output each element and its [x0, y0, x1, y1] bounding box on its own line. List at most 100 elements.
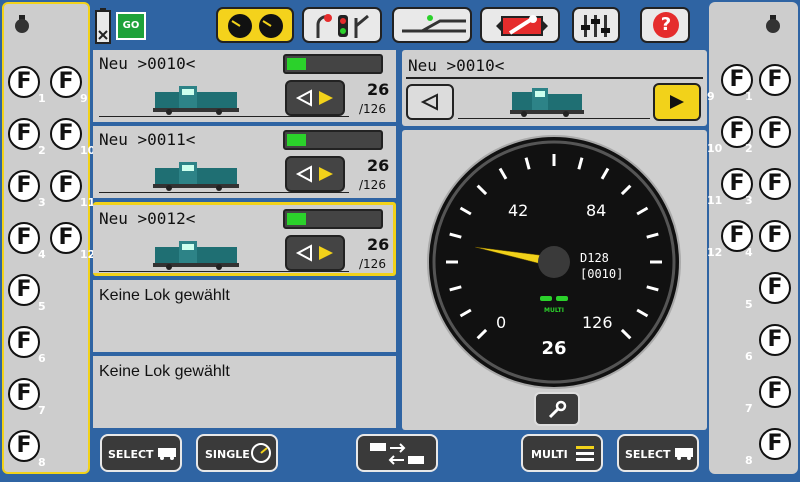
- multi-indicator-icon: [540, 296, 552, 301]
- arrow-right-icon: [670, 95, 684, 109]
- speedometers-icon: [228, 14, 283, 38]
- tab-speedometers[interactable]: [216, 7, 294, 43]
- function-key-5[interactable]: F: [759, 272, 791, 304]
- track-layout-icon: [402, 15, 466, 33]
- empty-slot-label: Keine Lok gewählt: [99, 287, 230, 304]
- loco-speed: 26: [367, 235, 390, 254]
- multi-mode-button[interactable]: MULTI: [521, 434, 603, 472]
- speed-bar: [283, 54, 383, 74]
- function-key-2[interactable]: F: [8, 118, 40, 150]
- reverse-button[interactable]: [406, 84, 454, 120]
- select-label: SELECT: [108, 448, 154, 461]
- loco-card[interactable]: Neu >0010< 26/126: [93, 50, 396, 122]
- multi-mode-label: MULTI: [544, 307, 564, 314]
- speedometer[interactable]: 42 84 0 126 26 D128 [0010] MULTI: [426, 134, 682, 390]
- function-key-number: 3: [38, 196, 46, 209]
- function-key-7[interactable]: F: [8, 378, 40, 410]
- single-mode-button[interactable]: SINGLE: [196, 434, 278, 472]
- locomotive-icon: [153, 86, 239, 115]
- speed-bar: [283, 130, 383, 150]
- right-function-panel: F 9 F 1 F 10 F 2 F 11 F 3 F 12 F 4 F 5 F 6 F 7 F 8: [707, 2, 798, 474]
- gauge-label: 42: [508, 201, 528, 220]
- decoder-address: [0010]: [580, 267, 623, 281]
- function-key-1[interactable]: F: [759, 64, 791, 96]
- function-key-4[interactable]: F: [759, 220, 791, 252]
- function-key-11[interactable]: F: [50, 170, 82, 202]
- loco-speed-max: /126: [359, 102, 386, 116]
- select-loco-button-right[interactable]: SELECT: [617, 434, 699, 472]
- loco-card[interactable]: Neu >0011< 26/126: [93, 126, 396, 198]
- direction-toggle-button[interactable]: [285, 235, 345, 271]
- function-key-8[interactable]: F: [8, 430, 40, 462]
- gauge-label: 126: [582, 313, 613, 332]
- function-key-number: 3: [745, 194, 753, 207]
- function-key-6[interactable]: F: [8, 326, 40, 358]
- help-button[interactable]: ?: [640, 7, 690, 43]
- direction-toggle-button[interactable]: [285, 80, 345, 116]
- direction-toggle-button[interactable]: [285, 156, 345, 192]
- controller-header-panel: Neu >0010<: [402, 50, 707, 126]
- empty-loco-slot[interactable]: Keine Lok gewählt: [93, 280, 396, 352]
- tab-sliders[interactable]: [572, 7, 620, 43]
- function-key-number: 1: [38, 92, 46, 105]
- select-loco-button-left[interactable]: SELECT: [100, 434, 182, 472]
- function-key-1[interactable]: F: [8, 66, 40, 98]
- function-key-number: 2: [745, 142, 753, 155]
- wrench-icon: [548, 400, 567, 419]
- light-bulb-icon[interactable]: [765, 14, 781, 34]
- function-key-number: 5: [38, 300, 46, 313]
- function-key-4[interactable]: F: [8, 222, 40, 254]
- multi-label: MULTI: [531, 448, 568, 461]
- list-icon: [576, 446, 594, 461]
- function-key-6[interactable]: F: [759, 324, 791, 356]
- loco-name: Neu >0011<: [99, 130, 196, 149]
- tab-track-layout[interactable]: [392, 7, 472, 43]
- train-icon: [158, 448, 176, 460]
- loco-speed-max: /126: [359, 178, 386, 192]
- function-key-number: 7: [38, 404, 46, 417]
- function-key-8[interactable]: F: [759, 428, 791, 460]
- direction-arrows-icon: [295, 165, 333, 183]
- loco-speed: 26: [367, 80, 390, 99]
- speed-gauge-panel: 42 84 0 126 26 D128 [0010] MULTI: [402, 130, 707, 430]
- empty-slot-label: Keine Lok gewählt: [99, 363, 230, 380]
- function-key-10[interactable]: F: [50, 118, 82, 150]
- function-key-number: 10: [707, 142, 723, 155]
- controller-loco-name: Neu >0010<: [408, 56, 505, 75]
- function-key-12[interactable]: F: [50, 222, 82, 254]
- function-key-number: 4: [745, 246, 753, 259]
- function-key-number: 11: [707, 194, 723, 207]
- tab-settings[interactable]: [480, 7, 560, 43]
- gauge-label: 84: [586, 201, 606, 220]
- speed-bar-fill: [287, 134, 307, 146]
- function-key-5[interactable]: F: [8, 274, 40, 306]
- direction-arrows-icon: [295, 89, 333, 107]
- speedometer-icon: [251, 443, 271, 463]
- function-key-number: 12: [707, 246, 723, 259]
- light-bulb-icon[interactable]: [14, 14, 30, 34]
- function-key-number: 8: [745, 454, 753, 467]
- loco-card[interactable]: Neu >0012< 26/126: [93, 202, 396, 276]
- forward-button[interactable]: [653, 83, 701, 121]
- loco-name: Neu >0012<: [99, 209, 196, 228]
- power-go-button[interactable]: GO: [116, 12, 146, 40]
- function-key-7[interactable]: F: [759, 376, 791, 408]
- function-key-9[interactable]: F: [50, 66, 82, 98]
- function-key-3[interactable]: F: [8, 170, 40, 202]
- tab-signals-turnouts[interactable]: [302, 7, 382, 43]
- loco-settings-button[interactable]: [534, 392, 580, 426]
- loco-speed: 26: [367, 156, 390, 175]
- speed-bar-fill: [287, 213, 307, 225]
- direction-arrows-icon: [295, 244, 333, 262]
- function-key-number: 1: [745, 90, 753, 103]
- swap-trains-icon: [370, 443, 424, 465]
- settings-wrench-icon: [496, 15, 548, 36]
- function-key-number: 5: [745, 298, 753, 311]
- function-key-2[interactable]: F: [759, 116, 791, 148]
- empty-loco-slot[interactable]: Keine Lok gewählt: [93, 356, 396, 428]
- speed-bar: [283, 209, 383, 229]
- function-key-number: 4: [38, 248, 46, 261]
- function-key-3[interactable]: F: [759, 168, 791, 200]
- left-function-panel: F 1 F 9 F 2 F 10 F 3 F 11 F 4 F 12 F 5 F 6 F 7 F 8: [2, 2, 95, 474]
- swap-locos-button[interactable]: [356, 434, 438, 472]
